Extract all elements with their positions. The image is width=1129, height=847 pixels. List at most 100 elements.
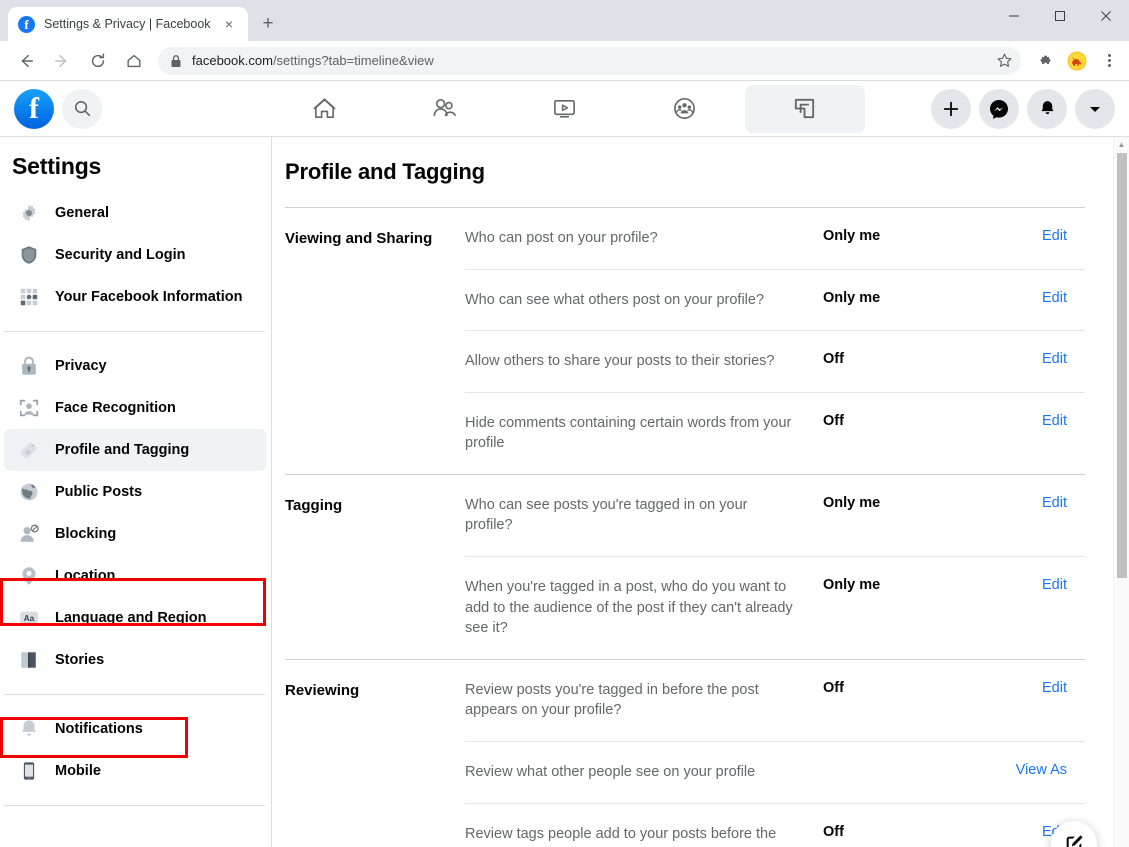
sidebar-item-stories[interactable]: Stories [4, 639, 267, 681]
reload-icon[interactable] [84, 47, 112, 75]
url-text: facebook.com/settings?tab=timeline&view [192, 53, 434, 68]
language-aa-icon: Aa [16, 605, 42, 631]
home-icon[interactable] [120, 47, 148, 75]
facebook-icon: f [18, 16, 35, 33]
setting-question: Who can see what others post on your pro… [465, 290, 795, 311]
sidebar-item-label: Stories [55, 652, 104, 668]
sidebar-group-notifications: Notifications Mobile [0, 702, 271, 798]
page-title: Settings [0, 153, 271, 186]
browser-toolbar: facebook.com/settings?tab=timeline&view [0, 41, 1129, 81]
nav-tab-groups[interactable] [625, 85, 745, 133]
setting-row: When you're tagged in a post, who do you… [465, 556, 1085, 659]
section-label: Reviewing [285, 660, 465, 847]
edit-link[interactable]: Edit [995, 577, 1067, 593]
nav-tab-friends[interactable] [385, 85, 505, 133]
plus-icon[interactable] [931, 89, 971, 129]
sidebar-item-language-and-region[interactable]: Aa Language and Region [4, 597, 267, 639]
navbar-right [931, 89, 1115, 129]
sidebar-item-mobile[interactable]: Mobile [4, 750, 267, 792]
messenger-icon[interactable] [979, 89, 1019, 129]
setting-value: Only me [795, 290, 995, 306]
setting-question: Review posts you're tagged in before the… [465, 680, 795, 721]
sidebar-group-account: General Security and Login [0, 186, 271, 324]
section-rows: Review posts you're tagged in before the… [465, 660, 1085, 847]
sidebar-item-label: Language and Region [55, 610, 206, 626]
setting-question: Hide comments containing certain words f… [465, 413, 795, 454]
edit-link[interactable]: Edit [995, 351, 1067, 367]
section-rows: Who can post on your profile? Only me Ed… [465, 208, 1085, 474]
close-icon[interactable]: × [220, 15, 238, 33]
nav-tab-watch[interactable] [505, 85, 625, 133]
edit-link[interactable]: Edit [995, 413, 1067, 429]
sidebar-item-label: Blocking [55, 526, 116, 542]
url-path: /settings?tab=timeline&view [273, 53, 434, 68]
location-pin-icon [16, 563, 42, 589]
sidebar-divider [4, 805, 265, 806]
setting-row: Review what other people see on your pro… [465, 741, 1085, 803]
setting-row: Allow others to share your posts to thei… [465, 330, 1085, 392]
window-close-icon[interactable] [1083, 0, 1129, 32]
svg-text:Aa: Aa [24, 614, 35, 623]
bell-icon[interactable] [1027, 89, 1067, 129]
content-inner: Profile and Tagging Viewing and Sharing … [272, 137, 1129, 847]
window-controls [991, 0, 1129, 32]
back-arrow-icon[interactable] [12, 47, 40, 75]
address-bar[interactable]: facebook.com/settings?tab=timeline&view [158, 47, 1021, 75]
setting-row: Who can see posts you're tagged in on yo… [465, 475, 1085, 556]
sidebar-item-security-and-login[interactable]: Security and Login [4, 234, 267, 276]
sidebar-divider [4, 331, 265, 332]
browser-titlebar: f Settings & Privacy | Facebook × + [0, 0, 1129, 41]
extensions-puzzle-icon[interactable] [1034, 50, 1056, 72]
forward-arrow-icon[interactable] [48, 47, 76, 75]
lock-icon [170, 54, 182, 68]
section-label: Tagging [285, 475, 465, 659]
browser-tab[interactable]: f Settings & Privacy | Facebook × [8, 7, 248, 41]
setting-question: Review tags people add to your posts bef… [465, 824, 795, 847]
section-viewing-and-sharing: Viewing and Sharing Who can post on your… [285, 208, 1085, 474]
setting-value: Off [795, 413, 995, 429]
scrollbar-thumb[interactable] [1117, 153, 1127, 578]
chrome-menu-icon[interactable] [1097, 49, 1121, 73]
facebook-logo[interactable]: f [14, 89, 54, 129]
new-tab-button[interactable]: + [254, 10, 282, 38]
edit-link[interactable]: Edit [995, 290, 1067, 306]
sidebar-item-public-posts[interactable]: Public Posts [4, 471, 267, 513]
sidebar-item-general[interactable]: General [4, 192, 267, 234]
sidebar-item-face-recognition[interactable]: Face Recognition [4, 387, 267, 429]
url-domain: facebook.com [192, 53, 273, 68]
sidebar-item-privacy[interactable]: Privacy [4, 345, 267, 387]
extension-avatar-icon[interactable] [1066, 50, 1088, 72]
edit-link[interactable]: Edit [995, 228, 1067, 244]
scroll-up-arrow-icon[interactable]: ▲ [1114, 137, 1129, 152]
shield-icon [16, 242, 42, 268]
sidebar-item-notifications[interactable]: Notifications [4, 708, 267, 750]
search-icon[interactable] [62, 89, 102, 129]
setting-question: Review what other people see on your pro… [465, 762, 795, 783]
phone-icon [16, 758, 42, 784]
chevron-down-icon[interactable] [1075, 89, 1115, 129]
sidebar-item-your-facebook-information[interactable]: Your Facebook Information [4, 276, 267, 318]
setting-value: Only me [795, 495, 995, 511]
grid-dots-icon [16, 284, 42, 310]
bookmark-star-icon[interactable] [996, 52, 1013, 69]
sidebar-item-blocking[interactable]: Blocking [4, 513, 267, 555]
nav-tab-gaming[interactable] [745, 85, 865, 133]
setting-row: Who can see what others post on your pro… [465, 269, 1085, 331]
sidebar-item-profile-and-tagging[interactable]: Profile and Tagging [4, 429, 267, 471]
edit-link[interactable]: Edit [995, 680, 1067, 696]
view-as-link[interactable]: View As [995, 762, 1067, 778]
nav-tab-home[interactable] [265, 85, 385, 133]
globe-icon [16, 479, 42, 505]
face-scan-icon [16, 395, 42, 421]
setting-value: Off [795, 351, 995, 367]
tab-title: Settings & Privacy | Facebook [44, 17, 220, 31]
setting-question: Who can post on your profile? [465, 228, 795, 249]
maximize-icon[interactable] [1037, 0, 1083, 32]
edit-link[interactable]: Edit [995, 495, 1067, 511]
tag-icon [16, 437, 42, 463]
sidebar-item-location[interactable]: Location [4, 555, 267, 597]
navbar-tabs [265, 85, 865, 133]
minimize-icon[interactable] [991, 0, 1037, 32]
sidebar-item-label: Location [55, 568, 115, 584]
vertical-scrollbar[interactable]: ▲ ▼ [1113, 137, 1129, 847]
